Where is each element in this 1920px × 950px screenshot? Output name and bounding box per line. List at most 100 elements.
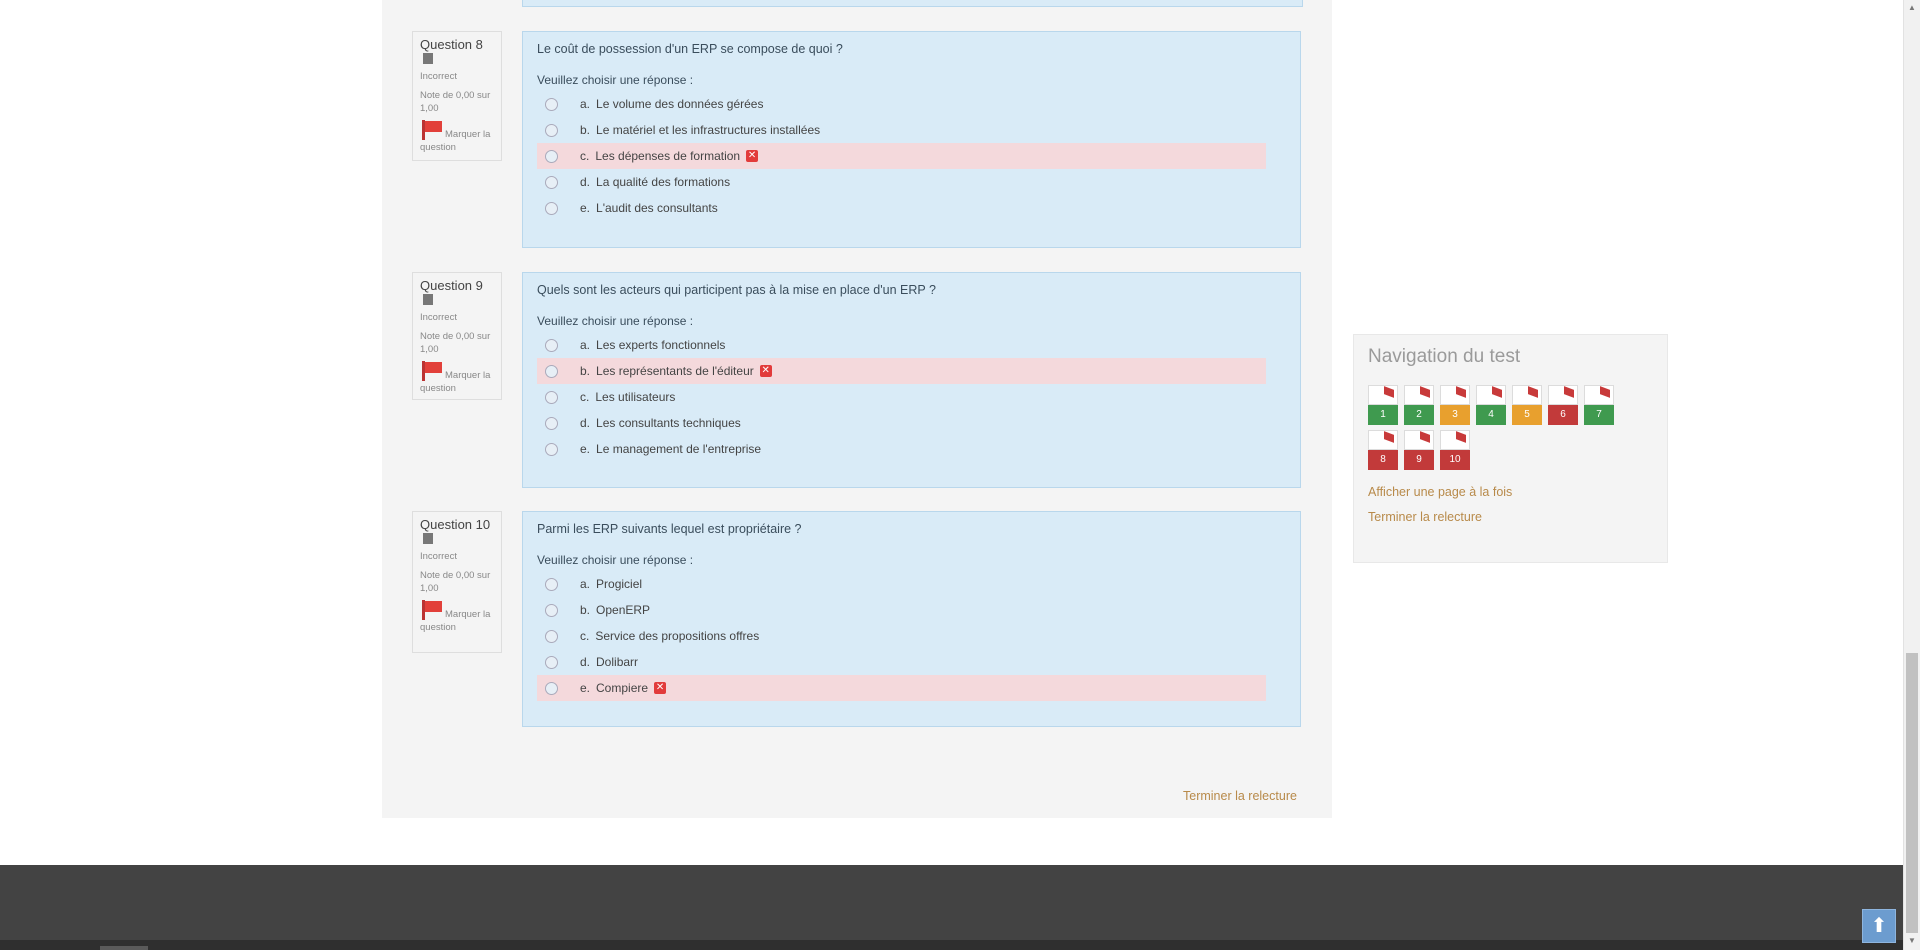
flag-icon	[1404, 385, 1434, 405]
quiz-nav-button-4[interactable]: 4	[1476, 385, 1506, 425]
flag-icon	[420, 361, 442, 382]
quiz-nav-button-label: 8	[1368, 450, 1398, 470]
question-mark-icon	[423, 53, 433, 65]
radio-button[interactable]	[545, 442, 558, 456]
back-to-top-button[interactable]: ⬆	[1862, 909, 1896, 943]
radio-button[interactable]	[545, 201, 558, 215]
quiz-nav-button-5[interactable]: 5	[1512, 385, 1542, 425]
answer-option[interactable]: e. Le management de l'entreprise	[537, 436, 1266, 462]
footer	[0, 865, 1920, 940]
quiz-nav-button-7[interactable]: 7	[1584, 385, 1614, 425]
scroll-down-arrow-icon[interactable]: ▼	[1908, 936, 1916, 945]
answer-prompt: Veuillez choisir une réponse :	[537, 73, 694, 87]
answer-option[interactable]: e. L'audit des consultants	[537, 195, 1266, 221]
quiz-nav-button-1[interactable]: 1	[1368, 385, 1398, 425]
question-status: Incorrect	[420, 551, 457, 563]
quiz-nav-button-label: 5	[1512, 405, 1542, 425]
quiz-nav-button-2[interactable]: 2	[1404, 385, 1434, 425]
flag-icon	[1440, 385, 1470, 405]
scroll-up-arrow-icon[interactable]: ▲	[1908, 3, 1916, 12]
question-number: Question 10	[420, 518, 494, 545]
answer-option-selected-incorrect[interactable]: e. Compiere ✕	[537, 675, 1266, 701]
radio-button[interactable]	[545, 681, 558, 695]
question-content-9: Quels sont les acteurs qui participent p…	[522, 272, 1301, 488]
incorrect-icon: ✕	[654, 682, 667, 694]
flag-question-button[interactable]: Marquer la	[420, 120, 494, 141]
flag-label-2: question	[420, 383, 456, 395]
previous-question-box	[522, 0, 1303, 7]
quiz-nav-button-label: 1	[1368, 405, 1398, 425]
answer-option[interactable]: b. Le matériel et les infrastructures ins…	[537, 117, 1266, 143]
radio-button[interactable]	[545, 629, 558, 643]
question-status: Incorrect	[420, 312, 457, 324]
answer-prompt: Veuillez choisir une réponse :	[537, 553, 694, 567]
radio-button[interactable]	[545, 364, 558, 378]
answer-option-selected-incorrect[interactable]: b. Les représentants de l'éditeur ✕	[537, 358, 1266, 384]
radio-button[interactable]	[545, 175, 558, 189]
flag-icon	[420, 120, 442, 141]
finish-review-link[interactable]: Terminer la relecture	[1183, 789, 1297, 803]
flag-question-button[interactable]: Marquer la	[420, 600, 494, 621]
scrollbar-thumb[interactable]	[1906, 653, 1918, 933]
flag-icon	[1584, 385, 1614, 405]
flag-question-button[interactable]: Marquer la	[420, 361, 494, 382]
radio-button[interactable]	[545, 655, 558, 669]
quiz-nav-button-8[interactable]: 8	[1368, 430, 1398, 470]
quiz-nav-button-label: 10	[1440, 450, 1470, 470]
radio-button[interactable]	[545, 338, 558, 352]
question-number: Question 8	[420, 38, 494, 65]
flag-icon	[420, 600, 442, 621]
quiz-nav-button-6[interactable]: 6	[1548, 385, 1578, 425]
quiz-nav-button-label: 4	[1476, 405, 1506, 425]
question-text: Parmi les ERP suivants lequel est propri…	[537, 522, 802, 536]
incorrect-icon: ✕	[746, 150, 759, 162]
question-grade: Note de 0,00 sur 1,00	[420, 331, 491, 356]
quiz-nav-button-label: 3	[1440, 405, 1470, 425]
radio-button[interactable]	[545, 416, 558, 430]
flag-icon	[1548, 385, 1578, 405]
question-info-10: Question 10 Incorrect Note de 0,00 sur 1…	[412, 511, 502, 653]
arrow-up-icon: ⬆	[1870, 915, 1888, 937]
question-grade: Note de 0,00 sur 1,00	[420, 570, 491, 595]
answer-option[interactable]: c. Les utilisateurs	[537, 384, 1266, 410]
show-one-page-link[interactable]: Afficher une page à la fois	[1368, 485, 1512, 499]
flag-icon	[1476, 385, 1506, 405]
flag-icon	[1368, 385, 1398, 405]
answer-option[interactable]: a. Les experts fonctionnels	[537, 332, 1266, 358]
radio-button[interactable]	[545, 123, 558, 137]
quiz-nav-button-label: 9	[1404, 450, 1434, 470]
flag-icon	[1404, 430, 1434, 450]
quiz-nav-button-label: 6	[1548, 405, 1578, 425]
question-text: Quels sont les acteurs qui participent p…	[537, 283, 936, 297]
answer-option[interactable]: d. Dolibarr	[537, 649, 1266, 675]
flag-icon	[1368, 430, 1398, 450]
question-content-10: Parmi les ERP suivants lequel est propri…	[522, 511, 1301, 727]
answer-option[interactable]: a. Progiciel	[537, 571, 1266, 597]
radio-button[interactable]	[545, 603, 558, 617]
answer-option-selected-incorrect[interactable]: c. Les dépenses de formation ✕	[537, 143, 1266, 169]
flag-label: Marquer la	[445, 129, 491, 141]
radio-button[interactable]	[545, 97, 558, 111]
answer-option[interactable]: b. OpenERP	[537, 597, 1266, 623]
flag-icon	[1512, 385, 1542, 405]
quiz-nav-button-label: 2	[1404, 405, 1434, 425]
radio-button[interactable]	[545, 149, 558, 163]
quiz-nav-button-9[interactable]: 9	[1404, 430, 1434, 470]
answer-option[interactable]: d. La qualité des formations	[537, 169, 1266, 195]
radio-button[interactable]	[545, 577, 558, 591]
quiz-nav-button-10[interactable]: 10	[1440, 430, 1470, 470]
quiz-nav-button-3[interactable]: 3	[1440, 385, 1470, 425]
quiz-nav-button-label: 7	[1584, 405, 1614, 425]
vertical-scrollbar[interactable]: ▲ ▼	[1903, 0, 1920, 950]
answer-option[interactable]: a. Le volume des données gérées	[537, 91, 1266, 117]
footer-bottom-bar	[0, 940, 1920, 950]
answer-prompt: Veuillez choisir une réponse :	[537, 314, 694, 328]
radio-button[interactable]	[545, 390, 558, 404]
question-info-8: Question 8 Incorrect Note de 0,00 sur 1,…	[412, 31, 502, 161]
quiz-navigation-title: Navigation du test	[1368, 346, 1521, 367]
flag-label-2: question	[420, 622, 456, 634]
finish-review-link-nav[interactable]: Terminer la relecture	[1368, 510, 1482, 524]
flag-label-2: question	[420, 142, 456, 154]
answer-option[interactable]: c. Service des propositions offres	[537, 623, 1266, 649]
answer-option[interactable]: d. Les consultants techniques	[537, 410, 1266, 436]
